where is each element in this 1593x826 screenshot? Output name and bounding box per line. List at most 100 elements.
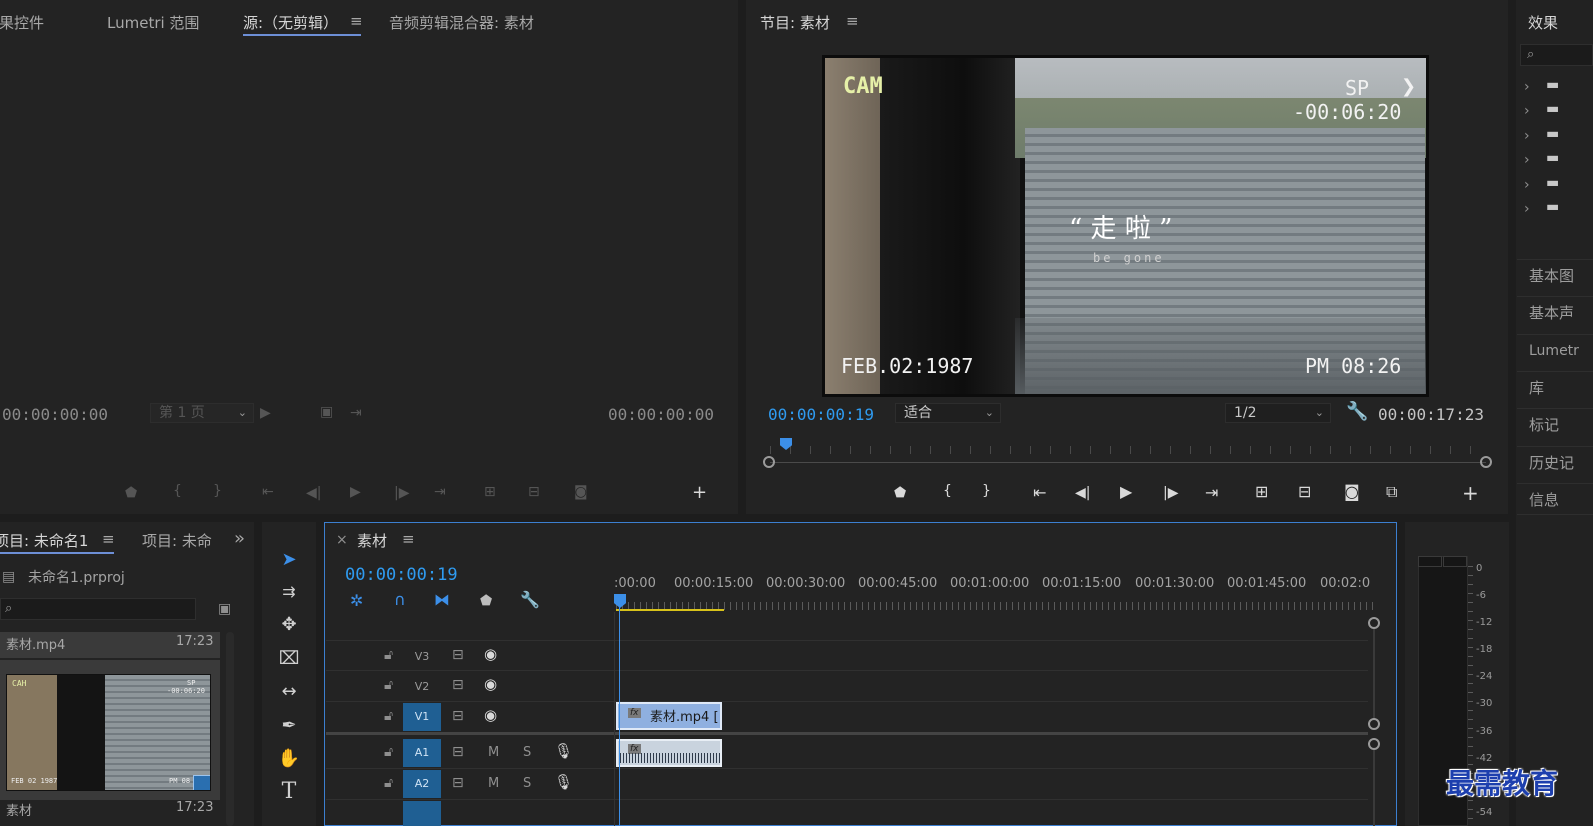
go-to-out-icon[interactable]: ⇥ xyxy=(434,485,446,499)
marker-icon[interactable]: ⬟ xyxy=(125,486,137,500)
folder-chevron-icon[interactable]: › xyxy=(1524,80,1530,94)
sync-lock-icon[interactable]: ⊟ xyxy=(452,678,464,692)
track-name-v3[interactable]: V3 xyxy=(403,643,441,671)
folder-chevron-icon[interactable]: › xyxy=(1524,202,1530,216)
eye-icon[interactable]: ◉ xyxy=(484,677,497,692)
project-scrollbar[interactable] xyxy=(226,632,234,826)
add-button-icon[interactable]: + xyxy=(1462,483,1479,503)
camera-icon[interactable]: ◙ xyxy=(574,485,588,499)
find-bin-icon[interactable]: ▣ xyxy=(218,602,231,616)
mark-out-icon[interactable]: } xyxy=(982,484,991,498)
sequence-tab[interactable]: 素材 xyxy=(357,530,387,551)
step-forward-icon[interactable]: |▶ xyxy=(1163,486,1178,500)
selection-tool-icon[interactable]: ➤ xyxy=(274,546,304,574)
microphone-icon[interactable]: 🎙︎ xyxy=(554,775,573,790)
track-select-tool-icon[interactable]: ⇉ xyxy=(274,578,304,606)
marker-icon[interactable]: ⬟ xyxy=(894,486,906,500)
lock-icon[interactable]: 🔓︎ xyxy=(384,648,393,662)
solo-button[interactable]: S xyxy=(523,746,531,759)
tab-source[interactable]: 源:（无剪辑） xyxy=(243,12,338,33)
folder-chevron-icon[interactable]: › xyxy=(1524,129,1530,143)
effects-panel-title[interactable]: 效果 xyxy=(1528,12,1558,33)
play-icon[interactable]: ▶ xyxy=(350,485,361,499)
go-to-out-icon[interactable]: ⇥ xyxy=(1205,485,1218,501)
program-video-frame[interactable]: CAM SP ❯ -00:06:20 “ 走 啦 ” be gone FEB.0… xyxy=(822,55,1429,397)
add-button-icon[interactable]: + xyxy=(692,484,707,502)
program-fit-select[interactable]: 适合 ⌄ xyxy=(895,403,1001,423)
scrub-start-handle[interactable] xyxy=(763,456,775,468)
project-tab-active[interactable]: 项目: 未命名1 xyxy=(0,530,88,551)
camera-icon[interactable]: ◙ xyxy=(1344,484,1360,500)
lock-icon[interactable]: 🔓︎ xyxy=(384,709,393,723)
project-search-input[interactable]: ⌕ xyxy=(0,598,196,620)
go-to-in-icon[interactable]: ⇤ xyxy=(262,485,274,499)
project-list-item[interactable]: 素材.mp4 17:23 xyxy=(0,632,220,658)
play-icon[interactable]: ▶ xyxy=(1120,484,1132,500)
nest-sequence-icon[interactable]: ✲ xyxy=(350,593,363,609)
slip-tool-icon[interactable]: ↔ xyxy=(274,678,304,706)
sync-lock-icon[interactable]: ⊟ xyxy=(452,776,464,790)
track-name-a3[interactable] xyxy=(403,801,441,826)
mark-in-icon[interactable]: { xyxy=(173,484,182,498)
audio-clip[interactable]: fx xyxy=(616,739,722,767)
folder-chevron-icon[interactable]: › xyxy=(1524,153,1530,167)
tab-lumetri-scopes[interactable]: Lumetri 范围 xyxy=(107,12,199,33)
panel-markers[interactable]: 标记 xyxy=(1517,408,1593,440)
mark-in-icon[interactable]: { xyxy=(943,484,952,498)
eye-icon[interactable]: ◉ xyxy=(484,647,497,662)
sync-lock-icon[interactable]: ⊟ xyxy=(452,745,464,759)
tab-audio-clip-mixer[interactable]: 音频剪辑混合器: 素材 xyxy=(389,12,534,33)
video-clip[interactable]: fx 素材.mp4 [ xyxy=(616,702,722,730)
lock-icon[interactable]: 🔓︎ xyxy=(384,776,393,790)
insert-icon[interactable]: ⊞ xyxy=(484,485,496,499)
overwrite-icon[interactable]: ⊟ xyxy=(528,485,540,499)
go-to-in-icon[interactable]: ⇤ xyxy=(1033,485,1046,501)
track-name-v1[interactable]: V1 xyxy=(403,703,441,731)
folder-chevron-icon[interactable]: › xyxy=(1524,178,1530,192)
mute-button[interactable]: M xyxy=(488,777,499,790)
folder-chevron-icon[interactable]: › xyxy=(1524,104,1530,118)
panel-info[interactable]: 信息 xyxy=(1517,483,1593,515)
ripple-edit-tool-icon[interactable]: ✥ xyxy=(274,611,304,639)
track-name-a2[interactable]: A2 xyxy=(403,770,441,798)
linked-selection-icon[interactable]: ⧓ xyxy=(434,592,450,608)
step-forward-icon[interactable]: |▶ xyxy=(394,486,409,500)
project-tab-other[interactable]: 项目: 未命 xyxy=(142,530,212,551)
source-page-select[interactable]: 第 1 页 ⌄ xyxy=(150,403,254,423)
add-marker-icon[interactable]: ⬟ xyxy=(480,594,492,608)
type-tool-icon[interactable]: T xyxy=(274,778,304,806)
sync-lock-icon[interactable]: ⊟ xyxy=(452,709,464,723)
track-name-v2[interactable]: V2 xyxy=(403,673,441,701)
tab-effect-controls[interactable]: 效果控件 xyxy=(0,12,44,33)
timeline-settings-wrench-icon[interactable]: 🔧 xyxy=(520,592,540,608)
program-current-timecode[interactable]: 00:00:00:19 xyxy=(768,405,874,424)
solo-button[interactable]: S xyxy=(523,777,531,790)
program-resolution-select[interactable]: 1/2 ⌄ xyxy=(1225,403,1331,423)
work-area-bar[interactable] xyxy=(616,609,724,611)
timeline-timecode[interactable]: 00:00:00:19 xyxy=(345,565,458,585)
step-back-icon[interactable]: ◀| xyxy=(1075,486,1090,500)
snap-magnet-icon[interactable]: ∩ xyxy=(394,592,406,608)
panel-libraries[interactable]: 库 xyxy=(1517,371,1593,403)
play-arrow-icon[interactable]: ▶ xyxy=(260,406,271,420)
source-panel-menu-icon[interactable]: ≡ xyxy=(350,12,363,30)
timeline-menu-icon[interactable]: ≡ xyxy=(402,530,415,548)
video-zoom-bottom-handle[interactable] xyxy=(1368,718,1380,730)
video-zoom-top-handle[interactable] xyxy=(1368,617,1380,629)
stop-square-icon[interactable]: ▣ xyxy=(320,405,333,419)
extract-icon[interactable]: ⊟ xyxy=(1298,484,1311,500)
panel-history[interactable]: 历史记 xyxy=(1517,446,1593,478)
project-clip-thumbnail[interactable]: CAH SP -00:06:20 FEB 02 1987 PM 08 xyxy=(0,660,220,800)
scrub-end-handle[interactable] xyxy=(1480,456,1492,468)
wrench-icon[interactable]: 🔧 xyxy=(1346,403,1368,421)
pen-tool-icon[interactable]: ✒ xyxy=(274,712,304,740)
effects-search-input[interactable]: ⌕ xyxy=(1520,44,1593,66)
fast-forward-icon[interactable]: ⇥ xyxy=(350,406,362,420)
source-timecode-in[interactable]: 00:00:00:00 xyxy=(2,405,108,424)
lock-icon[interactable]: 🔓︎ xyxy=(384,745,393,759)
panel-essential-sound[interactable]: 基本声 xyxy=(1517,296,1593,328)
panel-overflow-icon[interactable]: » xyxy=(234,528,245,549)
sync-lock-icon[interactable]: ⊟ xyxy=(452,648,464,662)
lock-icon[interactable]: 🔓︎ xyxy=(384,678,393,692)
audio-zoom-top-handle[interactable] xyxy=(1368,738,1380,750)
